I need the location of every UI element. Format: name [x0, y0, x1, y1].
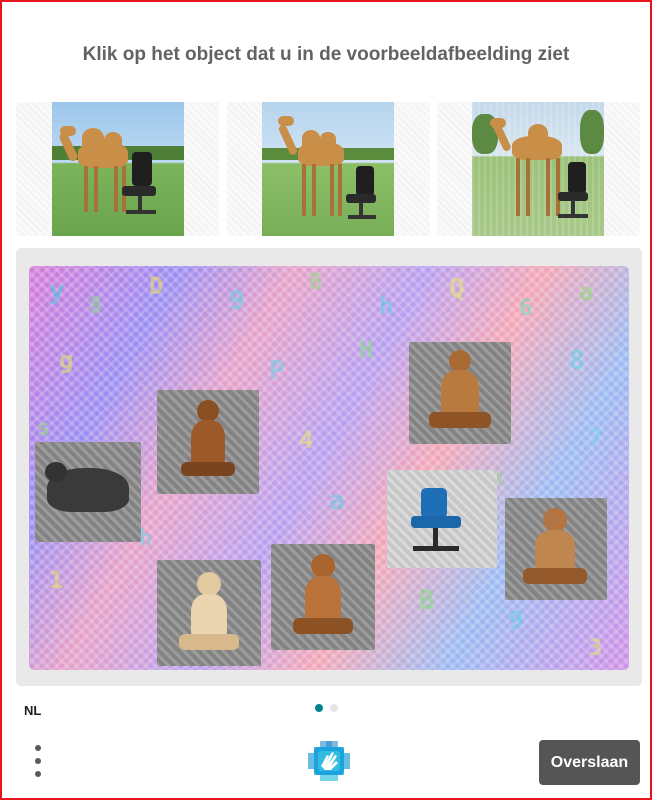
tile-chess-pawn-dark-2[interactable]	[409, 342, 511, 444]
page-dot-inactive	[330, 704, 338, 712]
camel-chair-picture	[262, 102, 394, 236]
noise-glyph: a	[579, 278, 594, 306]
skip-button[interactable]: Overslaan	[539, 740, 640, 785]
captcha-frame: Klik op het object dat u in de voorbeeld…	[0, 0, 652, 800]
example-image-2	[227, 102, 430, 236]
noise-glyph: h	[379, 292, 394, 320]
noise-glyph: 7	[589, 426, 603, 451]
noise-glyph: B	[309, 270, 323, 295]
noise-glyph: 4	[299, 426, 314, 454]
camel-chair-picture	[472, 102, 604, 236]
noise-glyph: Q	[449, 274, 465, 304]
tile-chess-pawn-dark-1[interactable]	[157, 390, 259, 494]
tile-chess-pawn-dark-4[interactable]	[271, 544, 375, 650]
tile-cat-sleeping[interactable]	[35, 442, 141, 542]
noise-glyph: H	[359, 336, 374, 364]
challenge-canvas[interactable]: y 8 D 9 B h Q 6 a g P H 8 s 4 7 a m 1 h …	[29, 266, 629, 670]
language-selector[interactable]: NL	[24, 703, 41, 718]
noise-glyph: s	[37, 416, 51, 441]
page-indicator	[315, 704, 345, 714]
noise-glyph: D	[149, 272, 164, 300]
noise-glyph: B	[419, 586, 435, 616]
noise-glyph: 8	[89, 294, 103, 319]
noise-glyph: 3	[589, 636, 603, 661]
noise-glyph: 1	[49, 566, 64, 594]
noise-glyph: 9	[229, 286, 245, 316]
page-dot-active	[315, 704, 323, 712]
noise-glyph: a	[329, 486, 345, 516]
noise-glyph: y	[49, 276, 65, 306]
challenge-panel: y 8 D 9 B h Q 6 a g P H 8 s 4 7 a m 1 h …	[16, 248, 642, 686]
challenge-prompt: Klik op het object dat u in de voorbeeld…	[82, 44, 570, 65]
example-images	[16, 102, 640, 236]
noise-glyph: 6	[519, 296, 533, 321]
more-vertical-icon[interactable]	[32, 745, 44, 779]
hcaptcha-hand-logo	[306, 739, 352, 783]
noise-glyph: 9	[509, 606, 524, 634]
example-image-3	[437, 102, 640, 236]
tile-office-chair[interactable]	[387, 470, 497, 568]
tile-chess-pawn-light[interactable]	[157, 560, 261, 666]
example-image-1	[16, 102, 219, 236]
camel-chair-picture	[52, 102, 184, 236]
noise-glyph: g	[59, 346, 74, 374]
noise-glyph: 8	[569, 346, 585, 376]
noise-glyph: P	[269, 356, 285, 386]
tile-chess-pawn-dark-3[interactable]	[505, 498, 607, 600]
